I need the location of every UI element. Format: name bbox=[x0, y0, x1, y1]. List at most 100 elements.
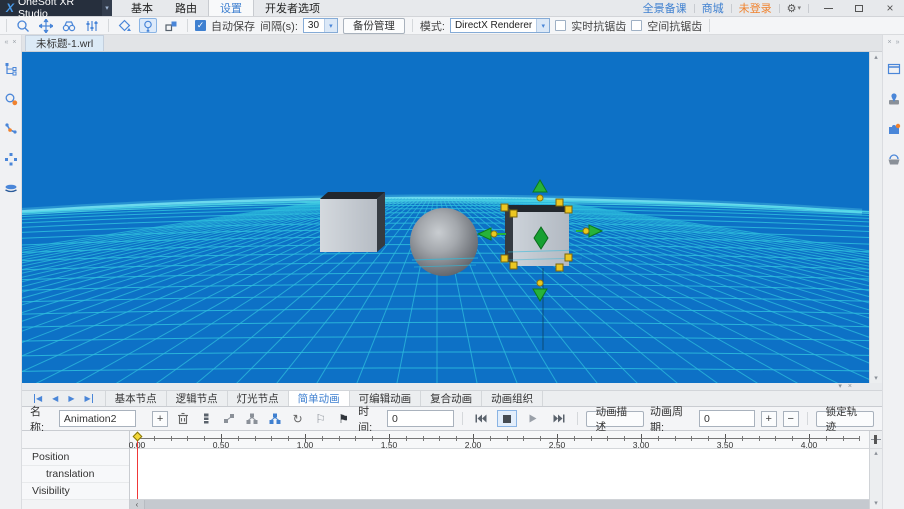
menu-routing[interactable]: 路由 bbox=[164, 0, 208, 16]
play-button[interactable] bbox=[523, 410, 543, 427]
adjust-sliders-icon[interactable] bbox=[83, 18, 101, 33]
sidebar-collapse-icon[interactable]: « bbox=[5, 39, 9, 46]
interval-spinner[interactable]: 30 ▾ bbox=[303, 18, 338, 33]
tab-logic-nodes[interactable]: 逻辑节点 bbox=[167, 391, 228, 406]
minimize-button[interactable] bbox=[816, 0, 840, 16]
splitter-collapse-icon[interactable]: ▾ bbox=[838, 383, 842, 390]
menu-settings[interactable]: 设置 bbox=[208, 0, 254, 16]
light-tool-icon[interactable] bbox=[139, 18, 157, 33]
node-branch-gray-button[interactable] bbox=[243, 410, 260, 427]
app-logo[interactable]: X OneSoft XR Studio ▾ bbox=[0, 0, 112, 16]
sidebar-close-icon[interactable]: × bbox=[12, 39, 16, 46]
period-increase-button[interactable]: + bbox=[761, 411, 777, 427]
tab-last-icon[interactable]: ▶ bbox=[84, 394, 92, 403]
splitter-close-icon[interactable]: × bbox=[848, 383, 852, 390]
spatial-aa-checkbox[interactable] bbox=[631, 20, 642, 31]
zoom-slider-handle[interactable] bbox=[874, 435, 877, 444]
go-to-end-button[interactable] bbox=[549, 410, 569, 427]
plugin-puzzle-icon[interactable] bbox=[886, 121, 902, 137]
selected-cube-object[interactable] bbox=[478, 180, 602, 350]
tab-basic-nodes[interactable]: 基本节点 bbox=[106, 391, 167, 406]
delete-keyframe-button[interactable] bbox=[174, 410, 191, 427]
tab-prev-icon[interactable]: ◀ bbox=[52, 394, 58, 403]
ruler-corner bbox=[22, 431, 129, 449]
node-branch-blue-button[interactable] bbox=[266, 410, 283, 427]
viewport-vertical-scrollbar[interactable]: ▴ ▾ bbox=[869, 52, 882, 383]
store-link[interactable]: 商城 bbox=[702, 0, 724, 16]
viewport-canvas[interactable] bbox=[22, 52, 869, 383]
vscroll-up-icon[interactable]: ▴ bbox=[874, 449, 878, 459]
sphere-object[interactable] bbox=[410, 208, 478, 276]
main-toolbar: ✓ 自动保存 间隔(s): 30 ▾ 备份管理 模式: DirectX Rend… bbox=[0, 17, 904, 35]
renderer-mode-dropdown[interactable]: DirectX Renderer ▾ bbox=[450, 18, 550, 33]
scroll-up-icon[interactable]: ▴ bbox=[874, 53, 878, 61]
property-row-position[interactable]: Position bbox=[22, 449, 129, 466]
resource-basket-icon[interactable] bbox=[886, 151, 902, 167]
panel-window-icon[interactable] bbox=[886, 61, 902, 77]
go-to-start-button[interactable] bbox=[471, 410, 491, 427]
panorama-lesson-link[interactable]: 全景备课 bbox=[643, 0, 687, 16]
period-decrease-button[interactable]: − bbox=[783, 411, 799, 427]
sidebar-close-icon[interactable]: × bbox=[888, 39, 892, 46]
menu-developer-options[interactable]: 开发者选项 bbox=[254, 0, 331, 16]
tab-simple-animation[interactable]: 简单动画 bbox=[289, 391, 350, 406]
menu-basic[interactable]: 基本 bbox=[120, 0, 164, 16]
sidebar-collapse-icon[interactable]: » bbox=[896, 39, 900, 46]
animation-name-input[interactable]: Animation2 bbox=[59, 410, 137, 427]
stop-button[interactable] bbox=[497, 410, 517, 427]
search-tool-icon[interactable] bbox=[14, 18, 32, 33]
translate-gizmo[interactable] bbox=[478, 180, 602, 301]
tab-animation-organize[interactable]: 动画组织 bbox=[482, 391, 543, 406]
login-status-link[interactable]: 未登录 bbox=[739, 0, 772, 16]
objects-cubes-icon[interactable] bbox=[162, 18, 180, 33]
fill-color-icon[interactable] bbox=[116, 18, 134, 33]
property-row-translation[interactable]: translation bbox=[22, 466, 129, 483]
document-tab[interactable]: 未标题-1.wrl bbox=[25, 35, 104, 51]
backup-manage-button[interactable]: 备份管理 bbox=[343, 18, 405, 34]
realtime-aa-checkbox[interactable] bbox=[555, 20, 566, 31]
tab-light-nodes[interactable]: 灯光节点 bbox=[228, 391, 289, 406]
divider bbox=[731, 4, 732, 13]
timeline-zoom-slider[interactable] bbox=[870, 431, 882, 449]
autosave-checkbox[interactable]: ✓ bbox=[195, 20, 206, 31]
node-graph-icon[interactable] bbox=[3, 151, 19, 167]
track-column-button[interactable] bbox=[197, 410, 214, 427]
period-input[interactable]: 0 bbox=[699, 410, 755, 427]
panel-splitter[interactable]: ▾ × bbox=[22, 383, 882, 391]
scroll-down-icon[interactable]: ▾ bbox=[874, 374, 878, 382]
map-marker-icon[interactable] bbox=[886, 91, 902, 107]
animation-description-button[interactable]: 动画描述 bbox=[586, 411, 644, 427]
tab-composite-animation[interactable]: 复合动画 bbox=[421, 391, 482, 406]
tab-next-icon[interactable]: ▶ bbox=[68, 394, 74, 403]
app-menu-caret-icon[interactable]: ▾ bbox=[102, 0, 112, 16]
timeline-tracks[interactable] bbox=[130, 449, 869, 499]
playhead-line[interactable] bbox=[137, 437, 138, 499]
binoculars-icon[interactable] bbox=[60, 18, 78, 33]
lock-track-button[interactable]: 锁定轨迹 bbox=[816, 411, 874, 427]
renderer-dropdown-icon[interactable]: ▾ bbox=[536, 19, 549, 32]
search-model-icon[interactable] bbox=[3, 91, 19, 107]
flag-start-button[interactable]: ⚐ bbox=[312, 410, 329, 427]
node-link-gray-button[interactable] bbox=[220, 410, 237, 427]
loop-button[interactable]: ↻ bbox=[289, 410, 306, 427]
hscroll-thumb[interactable] bbox=[144, 500, 869, 509]
interval-dropdown-icon[interactable]: ▾ bbox=[324, 19, 337, 32]
cube-object[interactable] bbox=[320, 192, 385, 252]
scene-tree-icon[interactable] bbox=[3, 61, 19, 77]
flag-end-button[interactable]: ⚑ bbox=[335, 410, 352, 427]
hscroll-left-icon[interactable]: ‹ bbox=[130, 500, 144, 509]
restore-button[interactable] bbox=[847, 0, 871, 16]
timeline-ruler[interactable]: 0.000.501.001.502.002.503.003.504.00 bbox=[130, 431, 869, 449]
timeline-horizontal-scrollbar[interactable]: ‹ bbox=[130, 499, 869, 509]
vscroll-down-icon[interactable]: ▾ bbox=[874, 499, 878, 509]
property-row-visibility[interactable]: Visibility bbox=[22, 483, 129, 500]
add-keyframe-button[interactable]: + bbox=[152, 411, 168, 427]
close-button[interactable]: × bbox=[878, 0, 902, 16]
center-column: 未标题-1.wrl bbox=[22, 35, 882, 509]
time-input[interactable]: 0 bbox=[387, 410, 454, 427]
skeleton-joint-icon[interactable] bbox=[3, 121, 19, 137]
interval-label: 间隔(s): bbox=[260, 18, 298, 34]
layers-icon[interactable] bbox=[3, 181, 19, 197]
settings-gear-button[interactable]: ⚙ ▾ bbox=[787, 2, 801, 15]
move-tool-icon[interactable] bbox=[37, 18, 55, 33]
